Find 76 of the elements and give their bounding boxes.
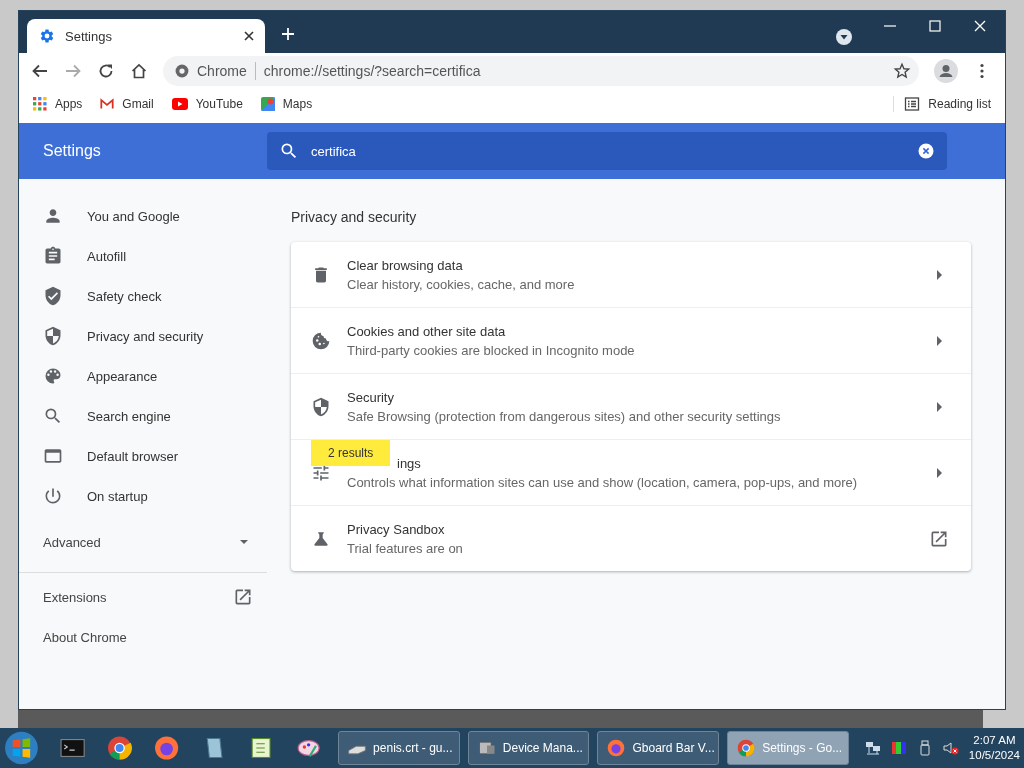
power-icon bbox=[43, 486, 63, 506]
search-field[interactable]: certifica bbox=[267, 132, 947, 170]
apps-grid-icon bbox=[33, 97, 47, 111]
bookmark[interactable]: YouTube bbox=[171, 96, 243, 112]
row-title: Security bbox=[347, 389, 395, 405]
browser-window-icon bbox=[43, 446, 63, 466]
sidebar-item[interactable]: Search engine bbox=[19, 396, 267, 436]
caret-icon bbox=[239, 537, 249, 547]
home-icon[interactable] bbox=[130, 62, 148, 80]
start-button[interactable] bbox=[4, 730, 39, 766]
taskbar-button[interactable]: Gboard Bar V... bbox=[597, 731, 720, 765]
row-description: Third-party cookies are blocked in Incognito mode bbox=[347, 342, 636, 358]
clear-icon[interactable] bbox=[917, 142, 935, 160]
tab-title: Settings bbox=[65, 28, 113, 44]
sidebar-link[interactable]: Extensions bbox=[19, 577, 267, 617]
star-icon[interactable] bbox=[893, 62, 911, 80]
row-title: Clear browsing data bbox=[347, 257, 464, 273]
clock[interactable]: 2:07 AM 10/5/2024 bbox=[968, 733, 1021, 763]
sidebar-item[interactable]: Safety check bbox=[19, 276, 267, 316]
row-description: Safe Browsing (protection from dangerous sites) and other security settings bbox=[347, 408, 782, 424]
sidebar-item[interactable]: Privacy and security bbox=[19, 316, 267, 356]
sidebar-item[interactable]: Default browser bbox=[19, 436, 267, 476]
page-title: Settings bbox=[42, 142, 102, 160]
row-title: Cookies and other site data bbox=[347, 323, 507, 339]
bookmark[interactable]: Apps bbox=[33, 97, 83, 111]
bookmark[interactable]: Gmail bbox=[100, 97, 154, 111]
settings-row[interactable]: 2 results ings Controls what information sites can use and show (location, camera, pop-ups, and more) bbox=[291, 439, 971, 505]
shield-icon bbox=[311, 396, 331, 417]
sidebar-item[interactable]: You and Google bbox=[19, 196, 267, 236]
reading-list-button[interactable]: Reading list bbox=[893, 96, 991, 112]
palette-icon bbox=[43, 366, 63, 386]
mail-icon bbox=[100, 97, 115, 111]
map-pin-icon bbox=[260, 97, 275, 111]
clipboard-icon bbox=[43, 246, 63, 266]
new-tab-icon[interactable] bbox=[281, 27, 295, 41]
settings-row[interactable]: Clear browsing data Clear history, cookies, cache, and more bbox=[291, 242, 971, 307]
close-icon[interactable] bbox=[243, 30, 255, 42]
sidebar-item[interactable]: On startup bbox=[19, 476, 267, 516]
sidebar-item[interactable]: Autofill bbox=[19, 236, 267, 276]
sidebar-item[interactable]: Appearance bbox=[19, 356, 267, 396]
row-description: Trial features are on bbox=[347, 540, 464, 556]
search-input[interactable]: certifica bbox=[311, 143, 905, 159]
taskbar-button[interactable]: Device Mana... bbox=[467, 731, 590, 765]
muted-speaker-icon[interactable] bbox=[942, 740, 959, 756]
firefox-icon[interactable] bbox=[154, 735, 180, 761]
row-title: ings bbox=[396, 455, 422, 471]
search-results-bubble: 2 results bbox=[311, 440, 391, 466]
row-description: Clear history, cookies, cache, and more bbox=[347, 276, 576, 292]
search-icon bbox=[279, 141, 299, 161]
search-icon bbox=[43, 406, 63, 426]
browser-tab[interactable]: Settings bbox=[27, 19, 265, 53]
shield-icon bbox=[43, 326, 63, 346]
row-description: Controls what information sites can use and show (location, camera, pop-ups, and more) bbox=[347, 474, 859, 490]
section-title: Privacy and security bbox=[291, 209, 418, 225]
back-icon[interactable] bbox=[31, 62, 49, 80]
profile-avatar-icon[interactable] bbox=[934, 59, 958, 83]
tab-search-icon[interactable] bbox=[835, 28, 853, 46]
settings-icon bbox=[39, 28, 55, 44]
play-icon bbox=[171, 96, 188, 112]
sidebar-link[interactable]: About Chrome bbox=[19, 617, 267, 657]
shield-check-icon bbox=[43, 286, 63, 306]
reload-icon[interactable] bbox=[97, 62, 115, 80]
bookmark[interactable]: Maps bbox=[260, 97, 313, 111]
cookie-icon bbox=[311, 330, 331, 351]
network-icon[interactable] bbox=[864, 740, 881, 756]
maximize-icon[interactable] bbox=[928, 19, 942, 33]
color-display-icon[interactable] bbox=[890, 740, 907, 756]
advanced-toggle[interactable]: Advanced bbox=[19, 524, 267, 560]
settings-row[interactable]: Security Safe Browsing (protection from dangerous sites) and other security settings bbox=[291, 373, 971, 439]
settings-row[interactable]: Privacy Sandbox Trial features are on bbox=[291, 505, 971, 571]
address-bar[interactable]: Chrome chrome://settings/?search=certifica bbox=[163, 56, 919, 86]
reading-list-icon bbox=[904, 96, 921, 112]
row-title: Privacy Sandbox bbox=[347, 521, 446, 537]
firefox-icon bbox=[606, 738, 627, 758]
settings-row[interactable]: Cookies and other site data Third-party cookies are blocked in Incognito mode bbox=[291, 307, 971, 373]
taskbar-button[interactable]: penis.crt - gu... bbox=[338, 731, 460, 765]
